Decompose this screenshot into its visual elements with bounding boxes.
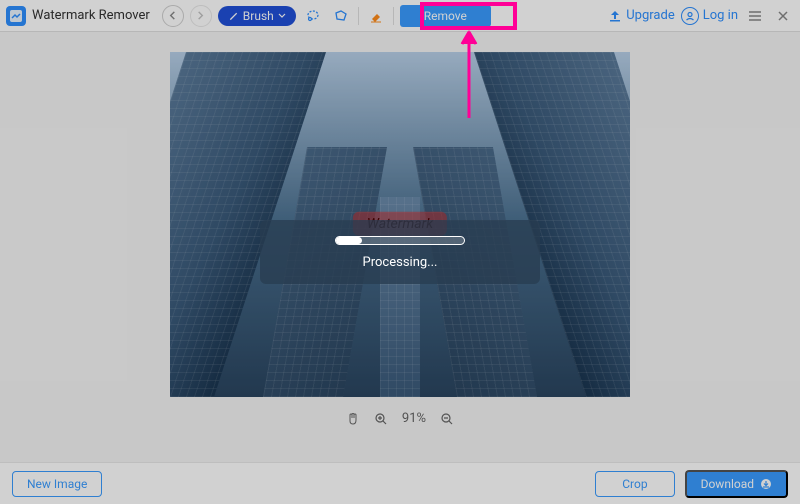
zoom-percent: 91% <box>402 411 426 426</box>
toolbar-divider <box>393 7 394 25</box>
zoom-controls: 91% <box>346 411 454 426</box>
chevron-down-icon <box>278 12 286 20</box>
top-toolbar: Watermark Remover Brush Remove Upgrade L… <box>0 0 800 32</box>
lasso-tool-button[interactable] <box>302 5 324 27</box>
upgrade-button[interactable]: Upgrade <box>608 8 674 23</box>
upload-icon <box>608 9 622 23</box>
eraser-tool-button[interactable] <box>365 5 387 27</box>
app-title: Watermark Remover <box>32 8 150 23</box>
progress-fill <box>336 237 362 244</box>
zoom-out-icon <box>440 412 454 426</box>
remove-button[interactable]: Remove <box>400 5 491 27</box>
close-button[interactable] <box>772 5 794 27</box>
bottom-bar: New Image Crop Download <box>0 462 800 504</box>
zoom-out-button[interactable] <box>440 412 454 426</box>
redo-button[interactable] <box>190 5 212 27</box>
undo-button[interactable] <box>162 5 184 27</box>
remove-label: Remove <box>424 9 467 23</box>
hand-icon <box>346 412 360 426</box>
progress-bar <box>335 236 465 245</box>
crop-button[interactable]: Crop <box>595 471 674 497</box>
download-button[interactable]: Download <box>685 470 788 498</box>
polygon-tool-button[interactable] <box>330 5 352 27</box>
brush-icon <box>228 10 239 21</box>
app-logo <box>6 6 26 26</box>
download-label: Download <box>701 477 754 491</box>
upgrade-label: Upgrade <box>626 8 674 23</box>
user-icon <box>681 7 699 25</box>
new-image-button[interactable]: New Image <box>12 471 102 497</box>
toolbar-divider <box>358 7 359 25</box>
eraser-icon <box>368 8 384 24</box>
menu-button[interactable] <box>744 5 766 27</box>
lasso-icon <box>305 8 321 24</box>
zoom-in-button[interactable] <box>374 412 388 426</box>
processing-text: Processing... <box>363 255 438 270</box>
brush-label: Brush <box>243 9 274 23</box>
pan-hand-button[interactable] <box>346 412 360 426</box>
download-icon <box>760 478 772 490</box>
close-icon <box>776 9 790 23</box>
login-button[interactable]: Log in <box>681 7 738 25</box>
processing-dialog: Processing... <box>260 220 540 284</box>
zoom-in-icon <box>374 412 388 426</box>
login-label: Log in <box>703 8 738 23</box>
hamburger-icon <box>747 8 763 24</box>
brush-tool-button[interactable]: Brush <box>218 6 296 26</box>
polygon-icon <box>333 8 349 24</box>
